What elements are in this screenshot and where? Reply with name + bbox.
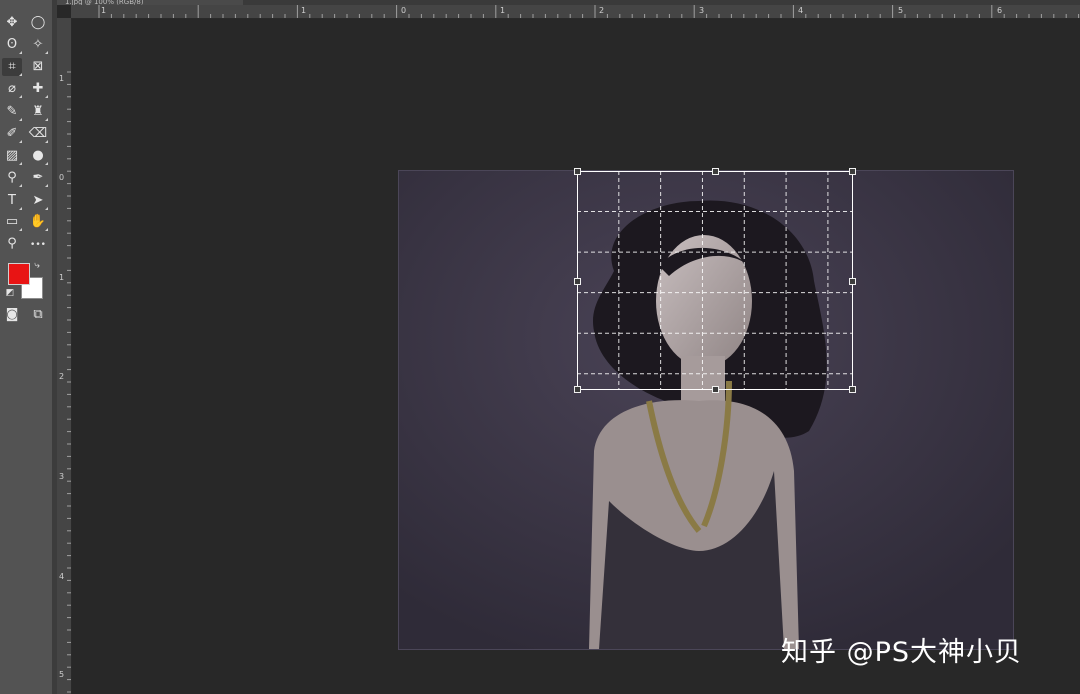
eyedropper-icon: ⌀ <box>8 81 16 96</box>
crop-tool[interactable]: ⌗ <box>2 58 22 76</box>
eraser-icon: ⌫ <box>28 126 48 141</box>
crop-handle-right[interactable] <box>849 278 856 285</box>
horizontal-ruler: 1 1 0 1 2 3 4 5 6 <box>71 5 1080 19</box>
ruler-label: 3 <box>59 472 65 481</box>
crop-handle-top-left[interactable] <box>574 168 581 175</box>
move-icon: ✥ <box>6 15 18 30</box>
hand-icon: ✋ <box>29 214 47 229</box>
quick-mask-button[interactable]: ◙ <box>2 306 22 324</box>
crop-handle-bottom-left[interactable] <box>574 386 581 393</box>
lasso-tool[interactable]: ʘ <box>2 36 22 54</box>
default-colors-icon[interactable]: ◩ <box>4 287 16 299</box>
brush-tool[interactable]: ✎ <box>2 103 22 121</box>
healing-brush-tool[interactable]: ✚ <box>28 80 48 98</box>
more-tools[interactable]: ••• <box>28 235 48 253</box>
path-selection-tool[interactable]: ➤ <box>28 192 48 210</box>
healing-brush-icon: ✚ <box>32 81 44 96</box>
ruler-label: 5 <box>59 670 65 679</box>
more-dots-icon: ••• <box>30 240 46 250</box>
rectangle-tool[interactable]: ▭ <box>2 213 22 231</box>
rectangle-icon: ▭ <box>5 214 19 229</box>
screen-mode-icon: ⧉ <box>33 307 43 322</box>
hand-tool[interactable]: ✋ <box>28 213 48 231</box>
history-brush-tool[interactable]: ✐ <box>2 125 22 143</box>
screen-mode-button[interactable]: ⧉ <box>28 306 48 324</box>
zoom-icon: ⚲ <box>7 236 17 251</box>
crop-handle-top-right[interactable] <box>849 168 856 175</box>
ruler-label: 1 <box>101 6 107 15</box>
move-tool[interactable]: ✥ <box>2 14 22 32</box>
eyedropper-tool[interactable]: ⌀ <box>2 80 22 98</box>
dodge-icon: ⚲ <box>7 170 17 185</box>
blur-drop-icon: ● <box>32 148 44 163</box>
dodge-tool[interactable]: ⚲ <box>2 169 22 187</box>
ruler-label: 0 <box>59 173 65 182</box>
ruler-label: 1 <box>59 74 65 83</box>
brush-icon: ✎ <box>6 104 18 119</box>
frame-icon: ⊠ <box>32 59 44 74</box>
ruler-label: 4 <box>59 572 65 581</box>
ruler-label: 3 <box>699 6 705 15</box>
ruler-label: 0 <box>401 6 407 15</box>
type-icon: T <box>8 193 16 208</box>
crop-handle-left[interactable] <box>574 278 581 285</box>
swap-colors-icon[interactable]: ⤷ <box>30 259 44 273</box>
ruler-label: 5 <box>898 6 904 15</box>
clone-stamp-icon: ♜ <box>32 104 44 119</box>
zoom-tool[interactable]: ⚲ <box>2 235 22 253</box>
crop-icon: ⌗ <box>8 59 16 74</box>
ruler-label: 2 <box>599 6 605 15</box>
frame-tool[interactable]: ⊠ <box>28 58 48 76</box>
lasso-icon: ʘ <box>6 37 18 52</box>
pen-icon: ✒ <box>32 170 44 185</box>
ellipse-marquee-icon: ◯ <box>30 15 46 30</box>
ruler-label: 1 <box>500 6 506 15</box>
crop-grid-overlay <box>577 171 853 390</box>
ruler-label: 2 <box>59 372 65 381</box>
crop-box[interactable] <box>574 168 856 393</box>
ruler-label: 1 <box>301 6 307 15</box>
ruler-label: 6 <box>997 6 1003 15</box>
crop-handle-bottom-right[interactable] <box>849 386 856 393</box>
pen-tool[interactable]: ✒ <box>28 169 48 187</box>
crop-handle-top[interactable] <box>712 168 719 175</box>
ellipse-marquee-tool[interactable]: ◯ <box>28 14 48 32</box>
ruler-label: 4 <box>798 6 804 15</box>
magic-wand-tool[interactable]: ✧ <box>28 36 48 54</box>
watermark-text: 知乎 @PS大神小贝 <box>781 637 1023 668</box>
history-brush-icon: ✐ <box>6 126 18 141</box>
gradient-tool[interactable]: ▨ <box>2 147 22 165</box>
crop-handle-bottom[interactable] <box>712 386 719 393</box>
quick-mask-icon: ◙ <box>5 307 19 322</box>
type-tool[interactable]: T <box>2 192 22 210</box>
blur-tool[interactable]: ● <box>28 147 48 165</box>
clone-stamp-tool[interactable]: ♜ <box>28 103 48 121</box>
gradient-icon: ▨ <box>5 148 19 163</box>
tools-panel: ✥ ◯ ʘ ✧ ⌗ ⊠ ⌀ ✚ ✎ ♜ ✐ ⌫ ▨ ● ⚲ ✒ T ➤ ▭ ✋ … <box>0 0 53 694</box>
arrow-icon: ➤ <box>32 193 44 208</box>
eraser-tool[interactable]: ⌫ <box>28 125 48 143</box>
ruler-label: 1 <box>59 273 65 282</box>
magic-wand-icon: ✧ <box>32 37 44 52</box>
foreground-color-swatch[interactable] <box>8 263 30 285</box>
vertical-ruler: 1 0 1 2 3 4 5 <box>57 18 72 694</box>
